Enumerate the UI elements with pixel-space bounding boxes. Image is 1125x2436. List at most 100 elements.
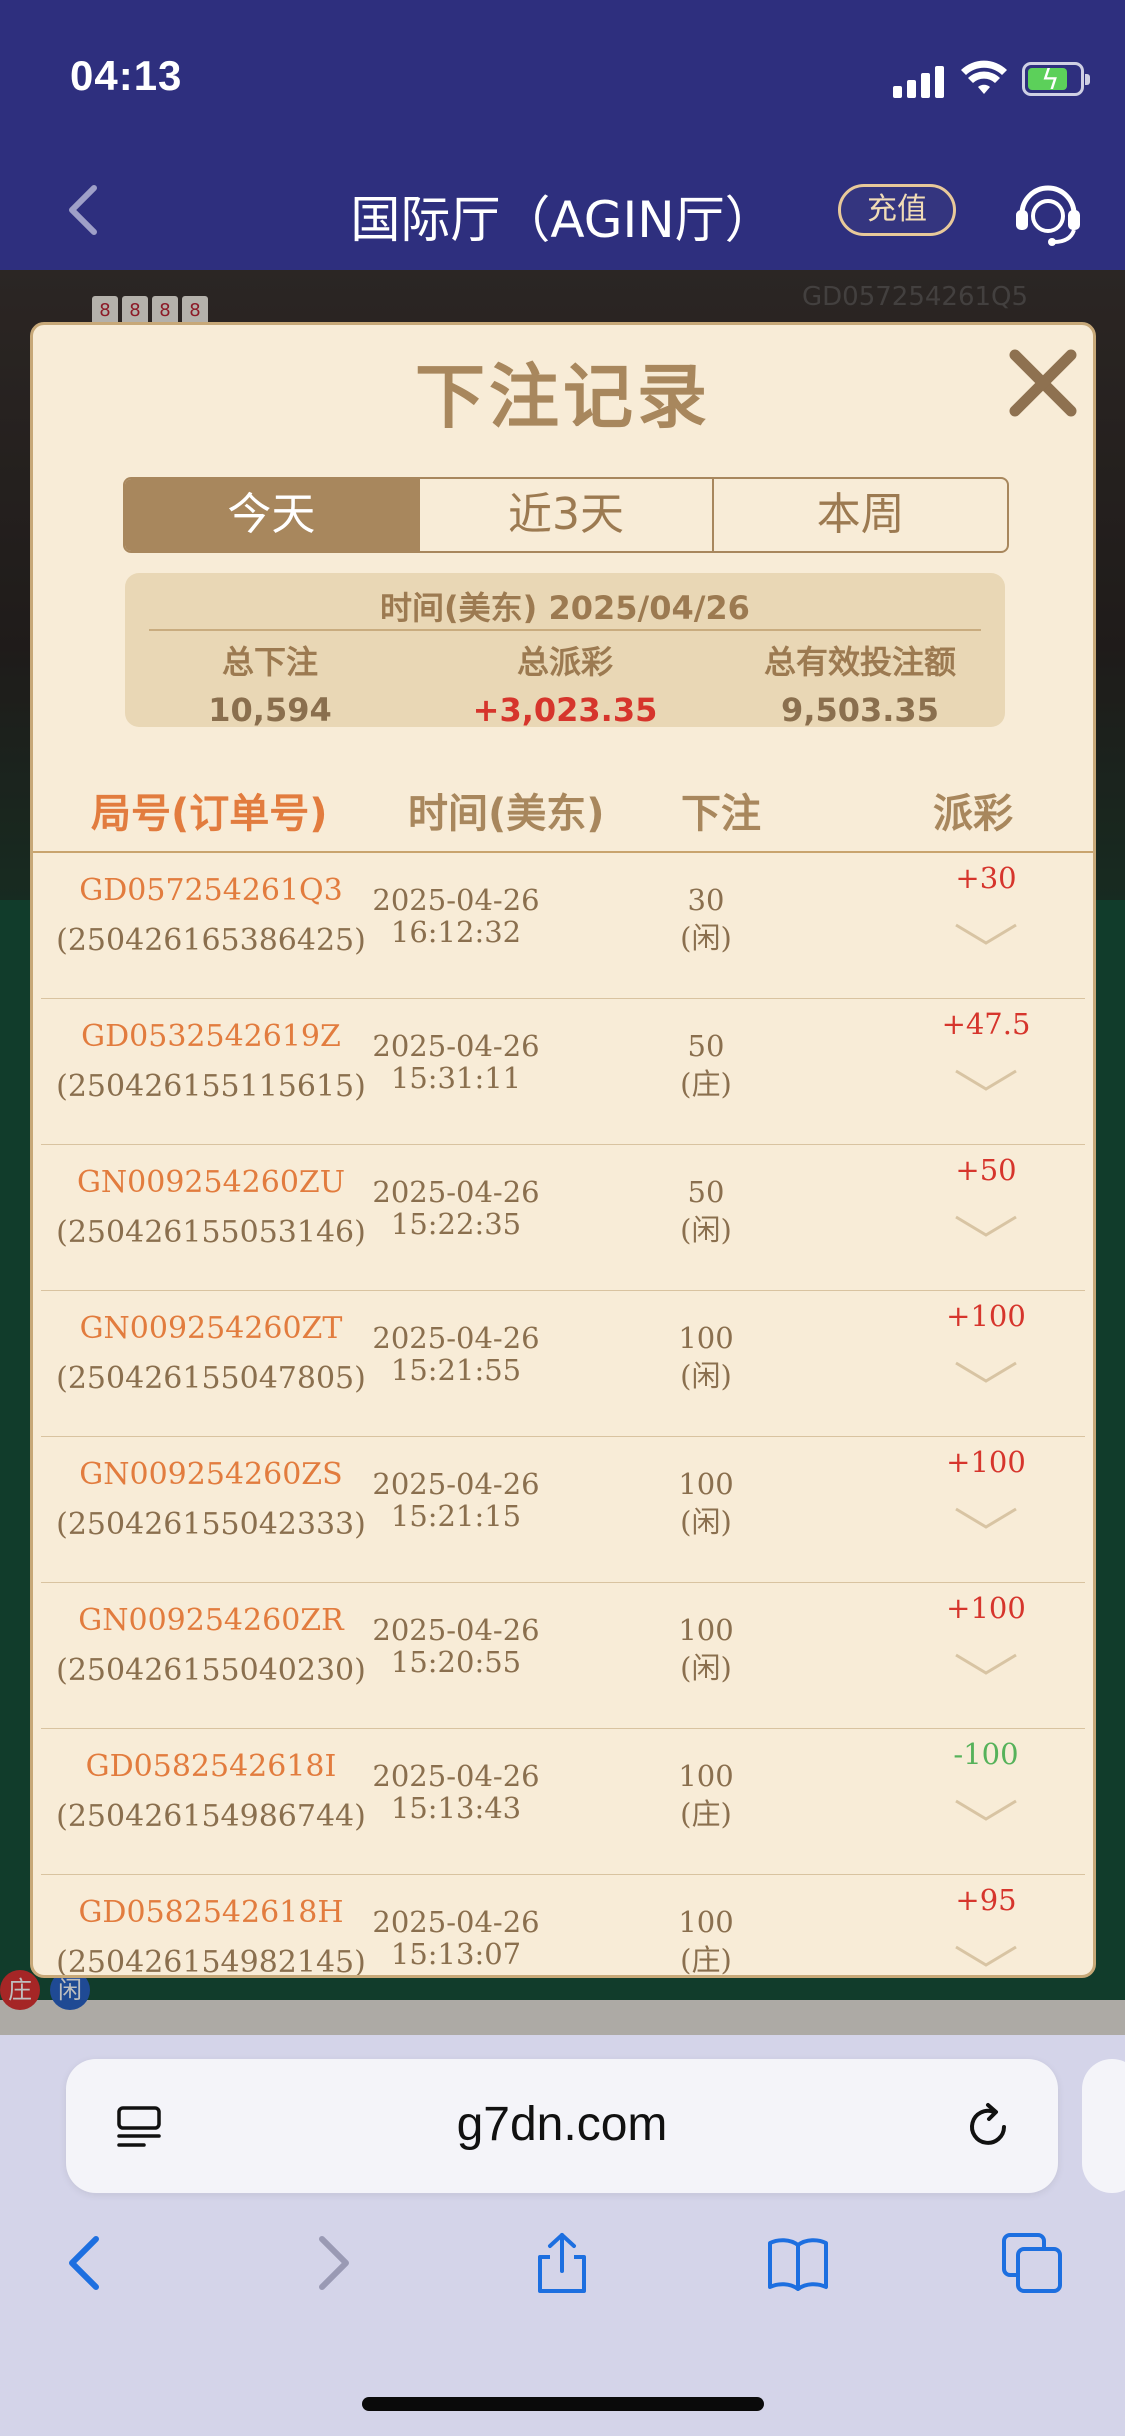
record-row[interactable]: GN009254260ZU (250426155053146) 2025-04-… bbox=[41, 1145, 1085, 1291]
bet-amount: 50 bbox=[687, 1029, 725, 1063]
payout-value: +47.5 bbox=[941, 1007, 1031, 1041]
record-time: 15:21:55 bbox=[390, 1353, 522, 1387]
order-id: (250426154982145) bbox=[56, 1945, 366, 1978]
round-id: GN009254260ZR bbox=[78, 1603, 344, 1638]
share-icon[interactable] bbox=[530, 2231, 594, 2295]
recharge-button[interactable]: 充值 bbox=[838, 184, 956, 236]
order-id: (250426154986744) bbox=[56, 1799, 366, 1834]
forward-icon[interactable] bbox=[298, 2231, 362, 2295]
expand-chevron-icon[interactable] bbox=[954, 1795, 1018, 1825]
round-id: GN009254260ZS bbox=[79, 1457, 343, 1492]
date-range-tabs: 今天 近3天 本周 bbox=[123, 477, 1009, 553]
column-header-bet: 下注 bbox=[681, 791, 761, 837]
cellular-signal-icon bbox=[893, 64, 945, 98]
record-row[interactable]: GD0582542618H (250426154982145) 2025-04-… bbox=[41, 1875, 1085, 1978]
record-date: 2025-04-26 bbox=[372, 1905, 540, 1939]
tab-this-week[interactable]: 本周 bbox=[712, 479, 1007, 551]
record-row[interactable]: GD0532542619Z (250426155115615) 2025-04-… bbox=[41, 999, 1085, 1145]
expand-chevron-icon[interactable] bbox=[954, 1941, 1018, 1971]
total-bet-summary: 总下注 10,594 bbox=[125, 637, 415, 729]
payout-value: +100 bbox=[946, 1445, 1026, 1479]
record-time: 15:21:15 bbox=[390, 1499, 522, 1533]
record-row[interactable]: GN009254260ZR (250426155040230) 2025-04-… bbox=[41, 1583, 1085, 1729]
column-header-payout: 派彩 bbox=[933, 791, 1013, 837]
record-time: 15:13:07 bbox=[390, 1937, 522, 1971]
address-bar[interactable]: g7dn.com bbox=[66, 2059, 1058, 2193]
record-row[interactable]: GN009254260ZS (250426155042333) 2025-04-… bbox=[41, 1437, 1085, 1583]
record-date: 2025-04-26 bbox=[372, 1175, 540, 1209]
bet-amount: 30 bbox=[687, 883, 725, 917]
column-header-order-label: (订单号) bbox=[171, 791, 328, 837]
order-id: (250426155047805) bbox=[56, 1361, 366, 1396]
summary-panel: 时间(美东) 2025/04/26 总下注 10,594 总派彩 +3,023.… bbox=[125, 573, 1005, 729]
record-date: 2025-04-26 bbox=[372, 1321, 540, 1355]
expand-chevron-icon[interactable] bbox=[954, 1503, 1018, 1533]
bet-side: (庄) bbox=[680, 1797, 732, 1831]
record-time: 15:22:35 bbox=[390, 1207, 522, 1241]
order-id: (250426155040230) bbox=[56, 1653, 366, 1688]
round-id: GN009254260ZU bbox=[76, 1165, 346, 1200]
expand-chevron-icon[interactable] bbox=[954, 1649, 1018, 1679]
record-time: 15:20:55 bbox=[390, 1645, 522, 1679]
customer-service-icon[interactable] bbox=[1010, 174, 1086, 250]
bet-side: (庄) bbox=[680, 1067, 732, 1101]
payout-value: +50 bbox=[955, 1153, 1017, 1187]
bookmarks-icon[interactable] bbox=[766, 2231, 830, 2295]
reload-icon[interactable] bbox=[964, 2101, 1014, 2151]
round-id: GD0582542618H bbox=[78, 1895, 344, 1930]
valid-bet-summary: 总有效投注额 9,503.35 bbox=[715, 637, 1005, 729]
payout-value: +30 bbox=[955, 861, 1017, 895]
browser-toolbar: g7dn.com bbox=[0, 2035, 1125, 2436]
back-icon[interactable] bbox=[56, 2231, 120, 2295]
app-nav-bar: 国际厅（AGIN厅） 充值 bbox=[0, 150, 1125, 270]
expand-chevron-icon[interactable] bbox=[954, 1211, 1018, 1241]
status-time: 04:13 bbox=[70, 52, 183, 99]
bet-amount: 100 bbox=[678, 1467, 734, 1501]
round-id: GD057254261Q3 bbox=[79, 873, 343, 908]
bet-side: (闲) bbox=[680, 1359, 732, 1393]
total-bet-value: 10,594 bbox=[208, 691, 332, 729]
round-id: GD0582542618I bbox=[85, 1749, 337, 1784]
record-time: 15:31:11 bbox=[390, 1061, 522, 1095]
bet-side: (闲) bbox=[680, 1651, 732, 1685]
modal-title: 下注记录 bbox=[415, 356, 711, 438]
bet-amount: 100 bbox=[678, 1321, 734, 1355]
valid-bet-label: 总有效投注额 bbox=[763, 643, 956, 681]
tab-today[interactable]: 今天 bbox=[125, 479, 418, 551]
record-row[interactable]: GD0582542618I (250426154986744) 2025-04-… bbox=[41, 1729, 1085, 1875]
expand-chevron-icon[interactable] bbox=[954, 1065, 1018, 1095]
total-payout-value: +3,023.35 bbox=[472, 691, 658, 729]
summary-date: 时间(美东) 2025/04/26 bbox=[380, 589, 750, 627]
record-date: 2025-04-26 bbox=[372, 1467, 540, 1501]
valid-bet-value: 9,503.35 bbox=[781, 691, 939, 729]
order-id: (250426165386425) bbox=[56, 923, 366, 958]
total-payout-summary: 总派彩 +3,023.35 bbox=[420, 637, 710, 729]
next-tab-peek[interactable] bbox=[1082, 2059, 1125, 2193]
tabs-icon[interactable] bbox=[1000, 2231, 1064, 2295]
bet-side: (闲) bbox=[680, 1505, 732, 1539]
battery-icon: ϟ bbox=[1022, 62, 1090, 96]
expand-chevron-icon[interactable] bbox=[954, 1357, 1018, 1387]
order-id: (250426155042333) bbox=[56, 1507, 366, 1542]
close-icon[interactable] bbox=[1005, 345, 1081, 421]
record-time: 16:12:32 bbox=[390, 915, 522, 949]
record-row[interactable]: GD057254261Q3 (250426165386425) 2025-04-… bbox=[41, 853, 1085, 999]
bet-side: (闲) bbox=[680, 1213, 732, 1247]
bet-amount: 100 bbox=[678, 1759, 734, 1793]
wifi-icon bbox=[961, 60, 1007, 94]
expand-chevron-icon[interactable] bbox=[954, 919, 1018, 949]
bet-amount: 100 bbox=[678, 1613, 734, 1647]
column-header-time: 时间(美东) bbox=[408, 791, 605, 837]
record-row[interactable]: GN009254260ZT (250426155047805) 2025-04-… bbox=[41, 1291, 1085, 1437]
round-id: GN009254260ZT bbox=[79, 1311, 343, 1346]
tab-last-3-days[interactable]: 近3天 bbox=[417, 479, 713, 551]
record-date: 2025-04-26 bbox=[372, 883, 540, 917]
total-bet-label: 总下注 bbox=[221, 643, 318, 681]
total-payout-label: 总派彩 bbox=[516, 643, 613, 681]
record-list: GD057254261Q3 (250426165386425) 2025-04-… bbox=[33, 853, 1093, 1978]
payout-value: +100 bbox=[946, 1591, 1026, 1625]
bet-record-modal: 下注记录 今天 近3天 本周 时间(美东) 2025/04/26 总下注 10,… bbox=[30, 322, 1096, 1978]
payout-value: +100 bbox=[946, 1299, 1026, 1333]
url-text: g7dn.com bbox=[456, 2098, 668, 2151]
bet-side: (庄) bbox=[680, 1943, 732, 1977]
